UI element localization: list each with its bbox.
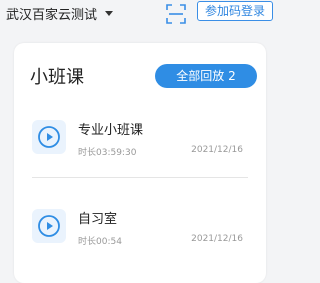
- school-selector[interactable]: 武汉百家云测试: [6, 4, 114, 23]
- item-duration: 时长00:54: [78, 237, 122, 247]
- item-duration: 时长03:59:30: [78, 148, 137, 158]
- school-name: 武汉百家云测试: [6, 7, 98, 23]
- list-item[interactable]: 自习室 时长00:54 2021/12/16: [14, 202, 266, 262]
- all-replays-button[interactable]: 全部回放 2: [155, 64, 257, 88]
- divider: [32, 177, 248, 178]
- play-icon[interactable]: [32, 120, 66, 154]
- course-card: 小班课 全部回放 2 专业小班课 时长03:59:30 2021/12/16 自…: [14, 43, 266, 283]
- chevron-down-icon: [105, 10, 114, 16]
- course-title: 小班课: [30, 67, 84, 88]
- scan-icon[interactable]: [166, 4, 186, 24]
- item-date: 2021/12/16: [191, 145, 243, 155]
- list-item[interactable]: 专业小班课 时长03:59:30 2021/12/16: [14, 113, 266, 173]
- top-bar: 武汉百家云测试 参加码登录: [0, 0, 279, 34]
- item-name: 专业小班课: [78, 123, 144, 138]
- play-icon[interactable]: [32, 209, 66, 243]
- item-name: 自习室: [78, 212, 118, 227]
- item-date: 2021/12/16: [191, 234, 243, 244]
- join-code-login-button[interactable]: 参加码登录: [197, 1, 273, 21]
